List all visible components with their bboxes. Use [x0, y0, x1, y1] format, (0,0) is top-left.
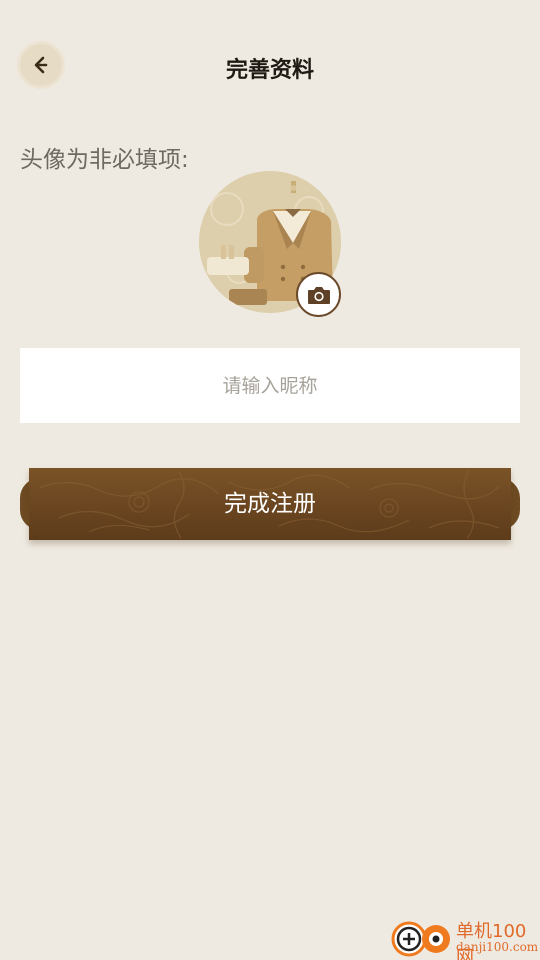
page-title: 完善资料 — [225, 58, 314, 83]
register-button[interactable]: 完成注册 — [20, 468, 520, 540]
camera-icon — [307, 286, 330, 304]
nickname-input[interactable] — [20, 348, 520, 423]
avatar-hint-label: 头像为非必填项: — [20, 147, 189, 173]
watermark-logo-icon — [391, 921, 450, 957]
watermark-url: danji100.com — [456, 940, 539, 954]
change-avatar-button[interactable] — [296, 272, 341, 317]
watermark: 单机100网 danji100.com — [390, 915, 540, 960]
register-button-label: 完成注册 — [224, 491, 316, 517]
header: 完善资料 — [0, 0, 540, 130]
